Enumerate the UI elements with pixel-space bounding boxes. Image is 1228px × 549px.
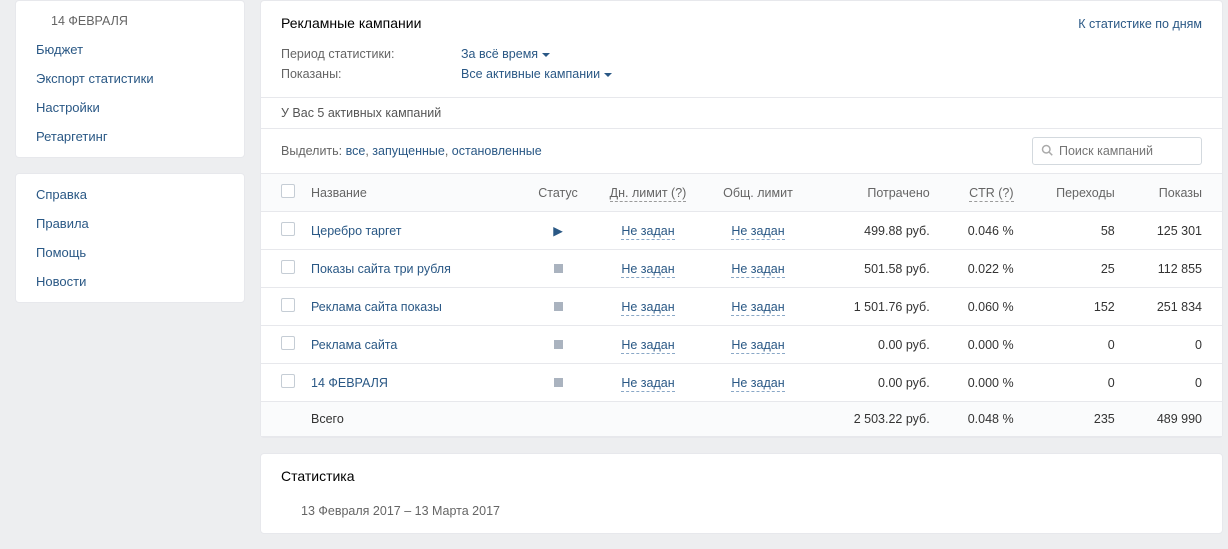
ctr-value: 0.060 %	[938, 288, 1022, 326]
day-limit-value[interactable]: Не задан	[621, 338, 674, 354]
campaign-name-link[interactable]: Показы сайта три рубля	[311, 262, 451, 276]
stop-icon[interactable]	[554, 302, 563, 311]
campaign-name-link[interactable]: 14 ФЕВРАЛЯ	[311, 376, 388, 390]
sidebar-item-news[interactable]: Новости	[16, 267, 244, 296]
row-checkbox[interactable]	[281, 374, 295, 388]
spent-value: 0.00 руб.	[813, 326, 938, 364]
select-stopped-link[interactable]: остановленные	[452, 144, 542, 158]
sidebar-item-retargeting[interactable]: Ретаргетинг	[16, 122, 244, 151]
table-row: Показы сайта три рубля Не задан Не задан 50…	[261, 250, 1222, 288]
select-all-link[interactable]: все	[346, 144, 366, 158]
shown-dropdown[interactable]: Все активные кампании	[461, 67, 612, 81]
sidebar-item-export-stats[interactable]: Экспорт статистики	[16, 64, 244, 93]
select-all-checkbox[interactable]	[281, 184, 295, 198]
sidebar: 14 ФЕВРАЛЯ Бюджет Экспорт статистики Нас…	[0, 0, 260, 549]
panel-title: Рекламные кампании	[281, 15, 421, 31]
clicks-value: 58	[1022, 212, 1123, 250]
shown-label: Показаны:	[281, 67, 461, 81]
total-clicks: 235	[1022, 402, 1123, 437]
day-limit-value[interactable]: Не задан	[621, 262, 674, 278]
impressions-value: 125 301	[1123, 212, 1222, 250]
sidebar-item-settings[interactable]: Настройки	[16, 93, 244, 122]
sidebar-item-14-feb[interactable]: 14 ФЕВРАЛЯ	[16, 7, 244, 35]
table-row: Реклама сайта показы Не задан Не задан 1 50…	[261, 288, 1222, 326]
sidebar-block-primary: 14 ФЕВРАЛЯ Бюджет Экспорт статистики Нас…	[15, 0, 245, 158]
campaign-name-link[interactable]: Реклама сайта	[311, 338, 397, 352]
impressions-value: 251 834	[1123, 288, 1222, 326]
row-checkbox[interactable]	[281, 260, 295, 274]
period-dropdown[interactable]: За всё время	[461, 47, 550, 61]
col-spent[interactable]: Потрачено	[813, 174, 938, 212]
total-limit-value[interactable]: Не задан	[731, 376, 784, 392]
main-content: Рекламные кампании К статистике по дням …	[260, 0, 1228, 549]
spent-value: 501.58 руб.	[813, 250, 938, 288]
campaigns-table: Название Статус Дн. лимит (?) Общ. лимит…	[261, 173, 1222, 437]
row-checkbox[interactable]	[281, 336, 295, 350]
ctr-value: 0.000 %	[938, 326, 1022, 364]
daily-stats-link[interactable]: К статистике по дням	[1078, 17, 1202, 31]
total-limit-value[interactable]: Не задан	[731, 300, 784, 316]
impressions-value: 0	[1123, 364, 1222, 402]
bulk-select-links: Выделить: все, запущенные, остановленные	[281, 144, 542, 158]
day-limit-value[interactable]: Не задан	[621, 224, 674, 240]
total-limit-value[interactable]: Не задан	[731, 262, 784, 278]
impressions-value: 0	[1123, 326, 1222, 364]
sidebar-item-reference[interactable]: Справка	[16, 180, 244, 209]
stop-icon[interactable]	[554, 340, 563, 349]
total-limit-value[interactable]: Не задан	[731, 224, 784, 240]
table-row: 14 ФЕВРАЛЯ Не задан Не задан 0.00 руб.0.000…	[261, 364, 1222, 402]
total-limit-value[interactable]: Не задан	[731, 338, 784, 354]
col-clicks[interactable]: Переходы	[1022, 174, 1123, 212]
ctr-value: 0.000 %	[938, 364, 1022, 402]
statistics-panel: Статистика 13 Февраля 2017 – 13 Марта 20…	[260, 453, 1223, 534]
table-total-row: Всего 2 503.22 руб.0.048 %235489 990	[261, 402, 1222, 437]
ctr-value: 0.022 %	[938, 250, 1022, 288]
stats-title: Статистика	[281, 468, 355, 484]
clicks-value: 0	[1022, 326, 1123, 364]
campaign-name-link[interactable]: Реклама сайта показы	[311, 300, 442, 314]
total-label: Всего	[303, 402, 523, 437]
sidebar-block-secondary: Справка Правила Помощь Новости	[15, 173, 245, 303]
search-input[interactable]	[1059, 144, 1193, 158]
day-limit-value[interactable]: Не задан	[621, 376, 674, 392]
campaign-name-link[interactable]: Церебро таргет	[311, 224, 402, 238]
active-campaigns-note: У Вас 5 активных кампаний	[261, 97, 1222, 128]
total-impressions: 489 990	[1123, 402, 1222, 437]
sidebar-item-budget[interactable]: Бюджет	[16, 35, 244, 64]
day-limit-value[interactable]: Не задан	[621, 300, 674, 316]
spent-value: 0.00 руб.	[813, 364, 938, 402]
search-box[interactable]	[1032, 137, 1202, 165]
clicks-value: 0	[1022, 364, 1123, 402]
stop-icon[interactable]	[554, 264, 563, 273]
total-spent: 2 503.22 руб.	[813, 402, 938, 437]
col-name[interactable]: Название	[303, 174, 523, 212]
ctr-value: 0.046 %	[938, 212, 1022, 250]
select-running-link[interactable]: запущенные	[372, 144, 445, 158]
clicks-value: 152	[1022, 288, 1123, 326]
stats-date-range: 13 Февраля 2017 – 13 Марта 2017	[261, 494, 1222, 533]
col-impressions[interactable]: Показы	[1123, 174, 1222, 212]
clicks-value: 25	[1022, 250, 1123, 288]
spent-value: 1 501.76 руб.	[813, 288, 938, 326]
row-checkbox[interactable]	[281, 222, 295, 236]
table-row: Церебро таргет ▶ Не задан Не задан 499.88 ру…	[261, 212, 1222, 250]
campaigns-panel: Рекламные кампании К статистике по дням …	[260, 0, 1223, 438]
col-ctr[interactable]: CTR (?)	[938, 174, 1022, 212]
row-checkbox[interactable]	[281, 298, 295, 312]
impressions-value: 112 855	[1123, 250, 1222, 288]
total-ctr: 0.048 %	[938, 402, 1022, 437]
col-total-limit[interactable]: Общ. лимит	[703, 174, 813, 212]
col-day-limit[interactable]: Дн. лимит (?)	[593, 174, 703, 212]
stop-icon[interactable]	[554, 378, 563, 387]
sidebar-item-rules[interactable]: Правила	[16, 209, 244, 238]
period-label: Период статистики:	[281, 47, 461, 61]
table-row: Реклама сайта Не задан Не задан 0.00 руб.0.…	[261, 326, 1222, 364]
play-icon[interactable]: ▶	[553, 224, 563, 238]
chevron-down-icon	[604, 73, 612, 77]
sidebar-item-help[interactable]: Помощь	[16, 238, 244, 267]
spent-value: 499.88 руб.	[813, 212, 938, 250]
search-icon	[1041, 144, 1053, 159]
col-status[interactable]: Статус	[523, 174, 593, 212]
chevron-down-icon	[542, 53, 550, 57]
